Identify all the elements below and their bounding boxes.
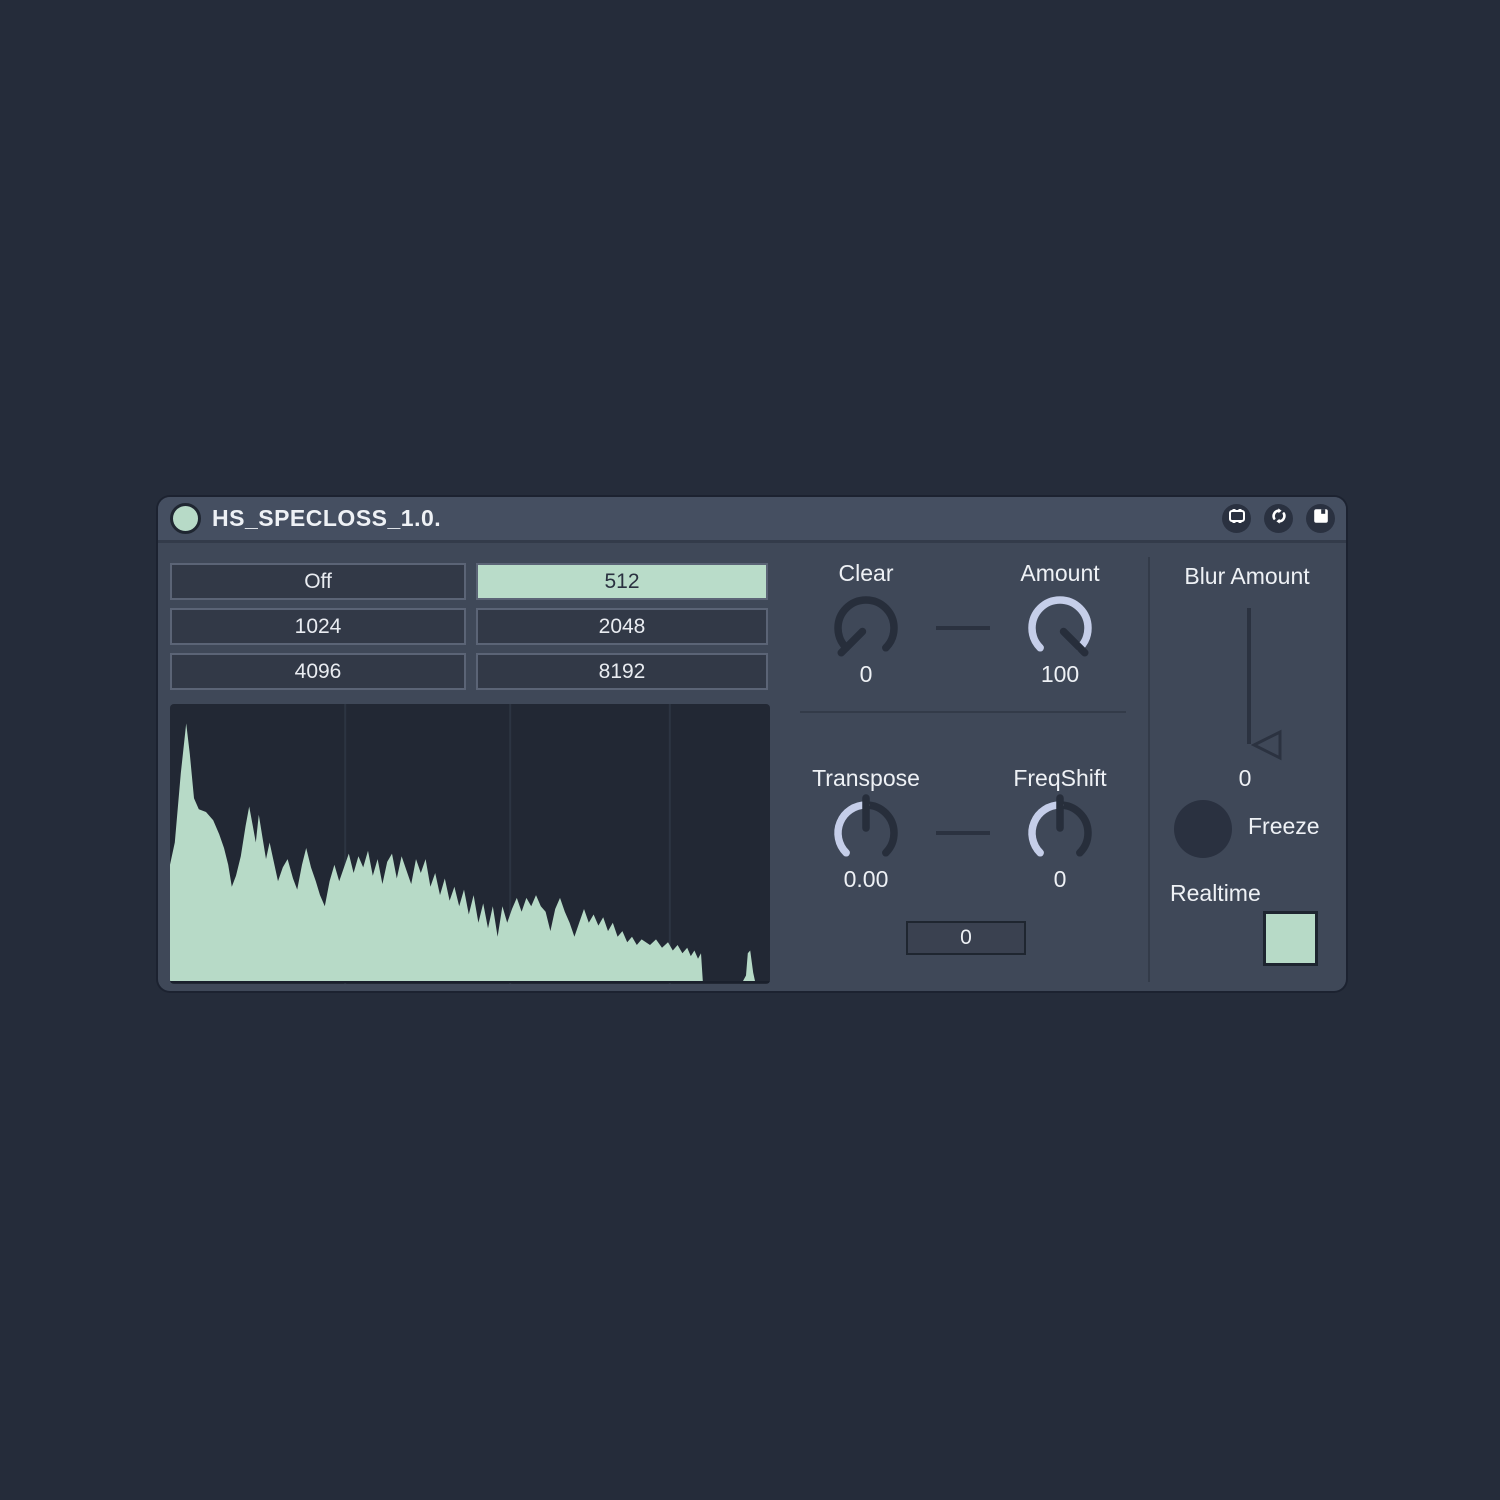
realtime-label: Realtime (1170, 880, 1261, 907)
spectrum-display[interactable] (170, 704, 770, 984)
freqshift-label: FreqShift (1013, 765, 1106, 792)
number-box[interactable]: 0 (906, 921, 1026, 955)
show-device-frame-button[interactable] (1222, 504, 1251, 533)
device-frame-icon (1227, 506, 1247, 531)
freqshift-knob[interactable] (1020, 793, 1100, 873)
fft-button-off[interactable]: Off (170, 563, 466, 600)
freeze-label: Freeze (1248, 813, 1320, 840)
right-section-divider (1148, 557, 1150, 982)
fft-button-8192[interactable]: 8192 (476, 653, 768, 690)
clear-label: Clear (839, 560, 894, 587)
clear-value: 0 (860, 661, 873, 688)
clear-knob[interactable] (826, 588, 906, 668)
blur-slider-handle[interactable] (1251, 729, 1285, 768)
titlebar-icons (1222, 504, 1335, 533)
fft-button-4096[interactable]: 4096 (170, 653, 466, 690)
realtime-checkbox[interactable] (1263, 911, 1318, 966)
amount-value: 100 (1041, 661, 1079, 688)
save-icon (1311, 506, 1331, 531)
section-divider (800, 711, 1126, 713)
blur-amount-value: 0 (1239, 765, 1252, 792)
fft-size-selector: Off 512 1024 2048 4096 8192 (170, 563, 768, 690)
amount-knob[interactable] (1020, 588, 1100, 668)
freeze-button[interactable] (1174, 800, 1232, 858)
knob-connector-line (936, 831, 990, 835)
knob-connector-line (936, 626, 990, 630)
freqshift-value: 0 (1054, 866, 1067, 893)
sync-button[interactable] (1264, 504, 1293, 533)
sync-icon (1269, 506, 1289, 531)
blur-amount-slider[interactable] (1247, 608, 1251, 744)
device-titlebar: HS_SPECLOSS_1.0. (158, 497, 1346, 543)
amount-label: Amount (1020, 560, 1099, 587)
device-on-toggle[interactable] (170, 503, 201, 534)
fft-button-512[interactable]: 512 (476, 563, 768, 600)
transpose-label: Transpose (812, 765, 920, 792)
transpose-knob[interactable] (826, 793, 906, 873)
page-background: HS_SPECLOSS_1.0. (0, 0, 1500, 1500)
max-device-panel: HS_SPECLOSS_1.0. (158, 497, 1346, 991)
device-title: HS_SPECLOSS_1.0. (212, 505, 441, 532)
fft-button-1024[interactable]: 1024 (170, 608, 466, 645)
fft-button-2048[interactable]: 2048 (476, 608, 768, 645)
blur-amount-label: Blur Amount (1184, 563, 1309, 590)
save-button[interactable] (1306, 504, 1335, 533)
transpose-value: 0.00 (844, 866, 889, 893)
